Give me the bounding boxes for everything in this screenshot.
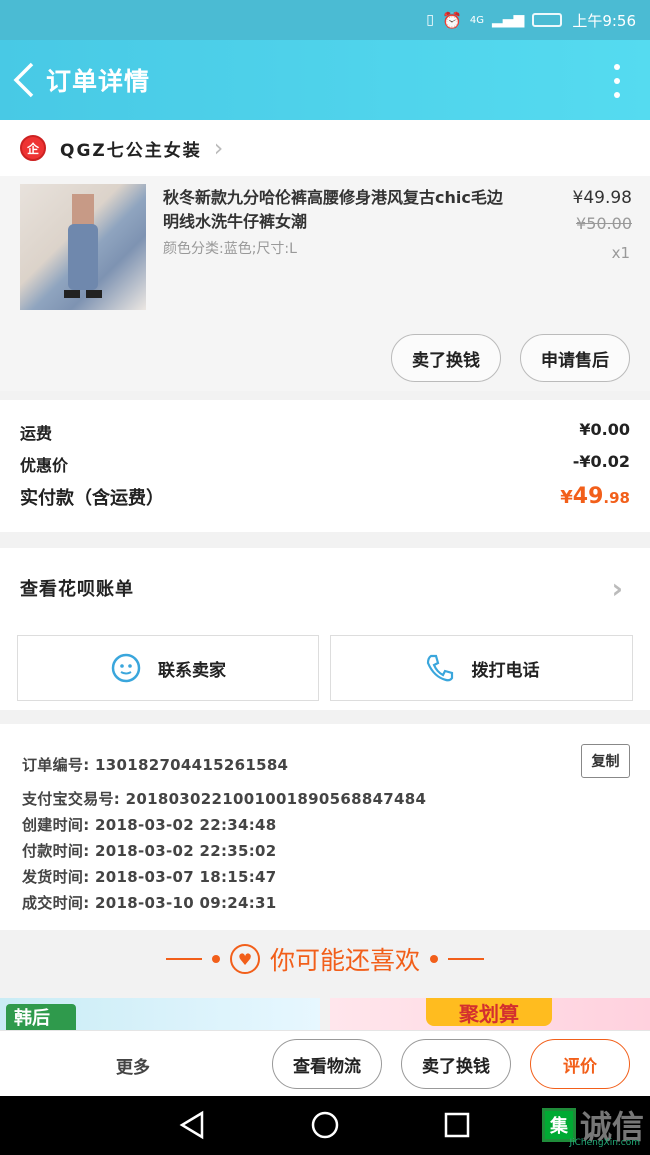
page-title: 订单详情 [46, 67, 151, 96]
dot-icon [614, 64, 620, 70]
sell-button[interactable]: 卖了换钱 [391, 334, 501, 382]
title-bar: 订单详情 [0, 40, 650, 120]
order-info-section: 订单编号: 1301827044152615​84 复制 支付宝交易号: 201… [0, 724, 650, 930]
dot-icon [614, 92, 620, 98]
watermark-logo: 集 [541, 1108, 576, 1142]
shipping-row: 运费 ¥0.00 [20, 420, 630, 444]
recommendation-header: ♥ 你可能还喜欢 [0, 930, 650, 988]
back-arrow-icon [13, 62, 34, 98]
total-currency: ¥ [560, 487, 573, 508]
nav-recents-icon[interactable] [442, 1110, 472, 1140]
total-decimal: .98 [603, 489, 630, 507]
juhuasuan-tag: 聚划算 [426, 998, 552, 1026]
contact-seller-label: 联系卖家 [158, 660, 226, 681]
action-bar: 更多 查看物流 卖了换钱 评价 [0, 1030, 650, 1096]
vibrate-icon: ▯ [426, 12, 434, 28]
recommendation-title: 你可能还喜欢 [269, 946, 420, 975]
status-bar: ▯ ⏰ 4G ▂▄▆ 上午9:56 [0, 0, 650, 40]
product-name[interactable]: 秋冬新款九分哈伦裤高腰修身港风复古chic毛边明线水洗牛仔裤女潮 [163, 186, 513, 234]
total-value: ¥49.98 [560, 484, 630, 510]
divider-line [448, 958, 484, 960]
promo-card-right[interactable]: 聚划算 [330, 998, 650, 1030]
discount-value: -¥0.02 [572, 452, 630, 471]
product-spec: 颜色分类:蓝色;尺寸:L [163, 241, 297, 257]
divider-line [165, 958, 202, 960]
shipped-time: 发货时间: 2018-03-07 18:15:47 [22, 868, 277, 886]
brand-tag: 韩后 [6, 1004, 76, 1030]
chevron-right-icon: › [611, 571, 624, 605]
huabei-bill-row[interactable]: 查看花呗账单 › [0, 548, 650, 628]
alarm-icon: ⏰ [441, 10, 462, 30]
contact-seller-button[interactable]: 联系卖家 [17, 635, 319, 701]
clock: 上午9:56 [572, 11, 636, 30]
fees-section: 运费 ¥0.00 优惠价 -¥0.02 实付款（含运费） ¥49.98 [0, 400, 650, 532]
promo-card-left[interactable]: 韩后 [0, 998, 320, 1030]
paid-time: 付款时间: 2018-03-02 22:35:02 [22, 842, 277, 860]
copy-button[interactable]: 复制 [581, 744, 630, 778]
nav-back-icon[interactable] [178, 1110, 208, 1140]
call-button[interactable]: 拨打电话 [330, 635, 633, 701]
shipping-value: ¥0.00 [579, 420, 630, 439]
chat-icon [111, 653, 141, 683]
total-row: 实付款（含运费） ¥49.98 [20, 484, 630, 510]
call-label: 拨打电话 [471, 660, 540, 681]
back-button[interactable] [2, 40, 46, 120]
watermark-url: JiChengXin.com [569, 1138, 640, 1148]
more-button[interactable]: 更多 [116, 1053, 150, 1078]
signal-icon: ▂▄▆ [492, 12, 525, 28]
review-button[interactable]: 评价 [530, 1039, 630, 1089]
system-nav-bar: 集 诚信 JiChengXin.com [0, 1096, 650, 1155]
product-figure-icon [64, 194, 102, 298]
alipay-trade-number: 支付宝交易号: 2018030221001001890568847484 [22, 790, 427, 808]
discount-row: 优惠价 -¥0.02 [20, 452, 630, 476]
chevron-right-icon: › [213, 134, 224, 162]
completed-time: 成交时间: 2018-03-10 09:24:31 [22, 894, 277, 912]
view-logistics-button[interactable]: 查看物流 [272, 1039, 382, 1089]
heart-icon: ♥ [229, 944, 260, 974]
more-menu-button[interactable] [614, 64, 622, 98]
total-label: 实付款（含运费） [20, 488, 164, 509]
shop-row[interactable]: 企 QGZ七公主女装 › [0, 120, 650, 176]
shop-name: QGZ七公主女装 [60, 140, 202, 161]
dot-icon [614, 78, 620, 84]
product-image[interactable] [20, 184, 146, 310]
status-icons: ▯ ⏰ 4G ▂▄▆ [426, 10, 563, 30]
product-original-price: ¥50.00 [576, 214, 632, 233]
shop-logo-icon: 企 [20, 135, 46, 161]
discount-label: 优惠价 [20, 456, 69, 475]
battery-icon [532, 13, 563, 27]
after-sale-button[interactable]: 申请售后 [520, 334, 630, 382]
huabei-label: 查看花呗账单 [20, 579, 134, 600]
dot-icon [430, 955, 438, 963]
product-quantity: x1 [611, 244, 630, 262]
contact-section: 联系卖家 拨打电话 [0, 628, 650, 710]
sell-item-button[interactable]: 卖了换钱 [401, 1039, 511, 1089]
nav-home-icon[interactable] [310, 1110, 340, 1140]
phone-icon [426, 654, 453, 682]
total-integer: 49 [572, 484, 604, 509]
shipping-label: 运费 [20, 424, 53, 443]
dot-icon [211, 955, 220, 963]
order-number: 订单编号: 1301827044152615​84 [22, 756, 289, 774]
order-item[interactable]: 秋冬新款九分哈伦裤高腰修身港风复古chic毛边明线水洗牛仔裤女潮 颜色分类:蓝色… [0, 176, 650, 391]
created-time: 创建时间: 2018-03-02 22:34:48 [22, 816, 277, 834]
product-price: ¥49.98 [572, 188, 632, 208]
network-label: 4G [469, 14, 484, 26]
